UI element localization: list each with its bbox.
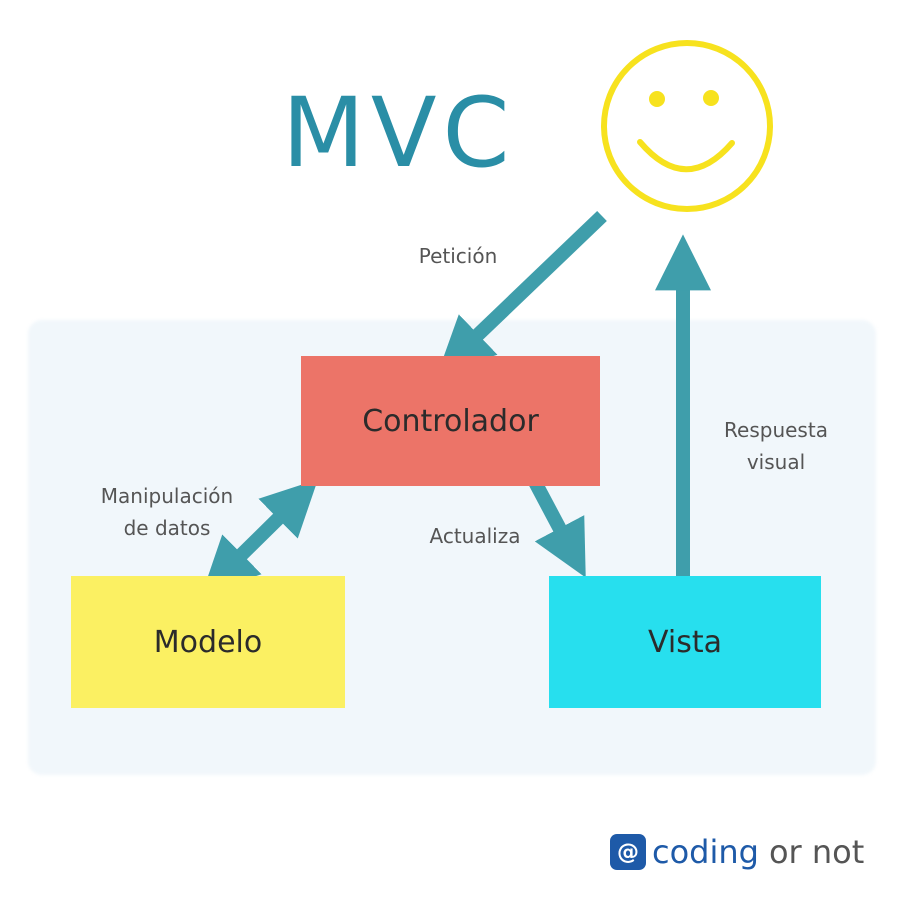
vista-label: Vista — [648, 624, 722, 660]
actualiza-label: Actualiza — [429, 524, 521, 548]
logo-word-or-not: or not — [768, 833, 865, 871]
coding-or-not-logo-icon: @ — [610, 834, 646, 870]
logo-word-coding: coding — [652, 833, 759, 871]
modelo-label: Modelo — [153, 624, 263, 660]
peticion-label: Petición — [418, 244, 498, 268]
arrow-peticion — [437, 210, 607, 374]
coding-or-not-logo[interactable]: @ coding or not — [610, 828, 864, 876]
smiley-face-icon — [601, 40, 773, 212]
modelo-box: Modelo — [71, 576, 345, 708]
vista-box: Vista — [549, 576, 821, 708]
respuesta-label: Respuesta visual — [724, 418, 828, 474]
manipulacion-label: Manipulación de datos — [100, 484, 234, 540]
controlador-box: Controlador — [301, 356, 600, 486]
controlador-label: Controlador — [362, 403, 539, 439]
